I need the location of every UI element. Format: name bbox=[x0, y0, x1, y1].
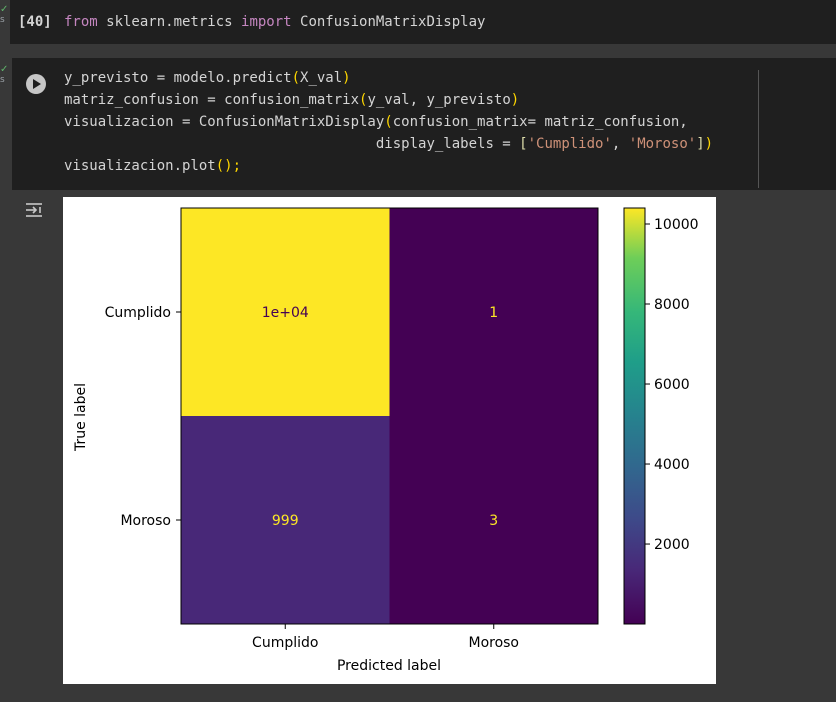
colorbar-tick-label: 6000 bbox=[654, 377, 690, 393]
cell-1-status: ✓ s bbox=[0, 4, 9, 25]
x-tick-label: Moroso bbox=[468, 635, 519, 651]
run-cell-button[interactable] bbox=[26, 74, 46, 94]
code-line: visualizacion.plot(); bbox=[64, 158, 242, 174]
cell-value-label: 999 bbox=[272, 513, 299, 529]
x-tick-label: Cumplido bbox=[252, 635, 318, 651]
cell-2-status: ✓ s bbox=[0, 64, 9, 85]
cell-value-label: 3 bbox=[489, 513, 498, 529]
play-icon bbox=[33, 79, 41, 89]
output-toggle-icon[interactable] bbox=[24, 200, 46, 220]
code-line: matriz_confusion = confusion_matrix(y_va… bbox=[64, 92, 520, 108]
code-cell-2[interactable]: y_previsto = modelo.predict(X_val) matri… bbox=[12, 58, 836, 190]
execution-count: [40] bbox=[18, 14, 52, 30]
cell-value-label: 1 bbox=[489, 305, 498, 321]
colorbar bbox=[623, 207, 646, 625]
code-line: y_previsto = modelo.predict(X_val) bbox=[64, 70, 351, 86]
y-tick-label: Cumplido bbox=[105, 305, 171, 321]
code-line: display_labels = ['Cumplido', 'Moroso']) bbox=[375, 136, 714, 152]
check-icon: ✓ bbox=[0, 4, 9, 15]
code-line: from sklearn.metrics import ConfusionMat… bbox=[64, 14, 486, 30]
colorbar-tick-label: 2000 bbox=[654, 537, 690, 553]
confusion-matrix-figure: 1e+04 1 999 3 Cumplido Moroso Cumplido Moroso… bbox=[63, 197, 716, 684]
y-tick-label: Moroso bbox=[120, 513, 171, 529]
x-axis-label: Predicted label bbox=[337, 658, 441, 674]
cell-divider bbox=[758, 70, 759, 188]
colorbar-tick-label: 8000 bbox=[654, 297, 690, 313]
y-axis-label: True label bbox=[73, 383, 89, 452]
code-cell-1: ✓ s [40] from sklearn.metrics import Con… bbox=[0, 0, 836, 48]
cell-1-editor[interactable]: [40] from sklearn.metrics import Confusi… bbox=[10, 0, 836, 44]
colorbar-tick-label: 10000 bbox=[654, 217, 699, 233]
code-line: visualizacion = ConfusionMatrixDisplay(c… bbox=[64, 114, 688, 130]
cell-value-label: 1e+04 bbox=[262, 305, 309, 321]
colorbar-tick-label: 4000 bbox=[654, 457, 690, 473]
confusion-matrix-chart: 1e+04 1 999 3 Cumplido Moroso Cumplido Moroso… bbox=[73, 207, 699, 674]
check-icon: ✓ bbox=[0, 64, 9, 75]
